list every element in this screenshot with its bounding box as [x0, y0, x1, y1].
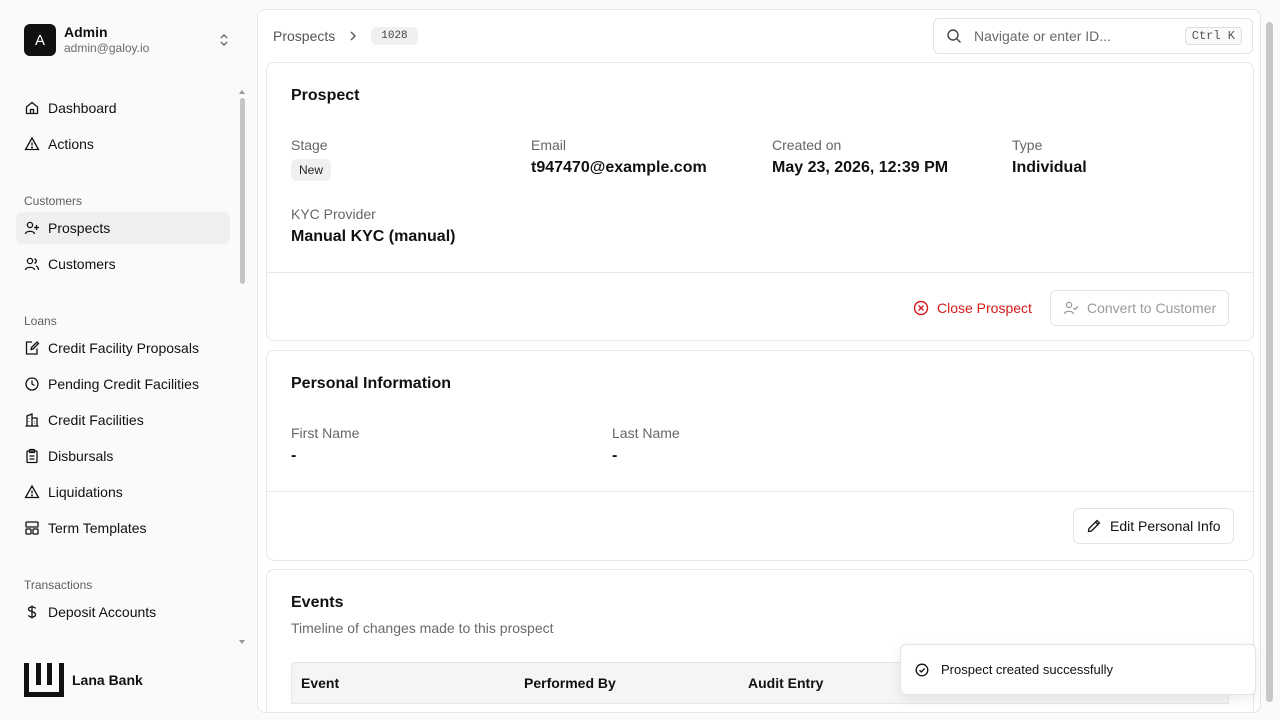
sidebar-item-label: Credit Facilities [48, 412, 144, 428]
stage-badge: New [291, 159, 332, 181]
last-name-label: Last Name [612, 425, 680, 441]
dollar-icon [27, 605, 37, 619]
stage-label: Stage [291, 137, 328, 153]
sidebar-item-actions[interactable]: Actions [16, 128, 230, 160]
divider [267, 491, 1253, 492]
breadcrumb-id-badge: 1028 [371, 27, 418, 45]
sidebar-item-label: Dashboard [48, 100, 117, 116]
edit-personal-info-button[interactable]: Edit Personal Info [1073, 508, 1234, 544]
column-header-audit-entry: Audit Entry [748, 675, 824, 691]
sidebar-item-label: Disbursals [48, 448, 114, 464]
nav-group-transactions: Transactions [24, 578, 93, 592]
layout-icon [25, 521, 39, 535]
brand: Lana Bank [24, 663, 143, 697]
personal-info-card: Personal Information First Name - Last N… [266, 350, 1254, 561]
search-input[interactable] [974, 28, 1174, 44]
building-icon [25, 413, 39, 427]
search-box[interactable]: Ctrl K [933, 18, 1253, 54]
clipboard-icon [26, 448, 38, 464]
email-value: t947470@example.com [531, 159, 707, 176]
close-prospect-button[interactable]: Close Prospect [901, 290, 1044, 326]
alert-triangle-icon [24, 136, 40, 151]
toast-notification: Prospect created successfully [900, 644, 1256, 695]
sidebar-item-label: Deposit Accounts [48, 604, 157, 620]
column-header-performed-by: Performed By [524, 675, 616, 691]
created-value: May 23, 2026, 12:39 PM [772, 159, 949, 176]
pencil-icon [1087, 519, 1101, 533]
user-plus-icon [24, 221, 39, 235]
close-prospect-label: Close Prospect [937, 300, 1032, 316]
prospect-title: Prospect [291, 87, 360, 104]
sidebar-item-label: Liquidations [48, 484, 123, 500]
scroll-thumb[interactable] [240, 98, 245, 284]
users-icon [24, 257, 40, 271]
topbar: Prospects 1028 Ctrl K [258, 10, 1260, 62]
home-icon [25, 101, 39, 115]
sidebar-item-pending-credit-facilities[interactable]: Pending Credit Facilities [16, 368, 230, 400]
convert-to-customer-button[interactable]: Convert to Customer [1050, 290, 1230, 326]
main-panel: Prospects 1028 Ctrl K Prospect Stage New… [257, 9, 1261, 713]
shortcut-hint: Ctrl K [1184, 27, 1242, 45]
type-label: Type [1012, 137, 1043, 153]
sidebar-item-term-templates[interactable]: Term Templates [16, 512, 230, 544]
kyc-provider-label: KYC Provider [291, 206, 376, 222]
sidebar-item-label: Term Templates [48, 520, 147, 536]
sidebar-item-label: Prospects [48, 220, 111, 236]
sidebar-nav: Dashboard Actions Customers Prospects Cu… [16, 92, 230, 632]
sidebar-item-disbursals[interactable]: Disbursals [16, 440, 230, 472]
page-scroll-thumb[interactable] [1266, 22, 1273, 702]
avatar: A [24, 24, 56, 56]
sidebar-item-deposit-accounts[interactable]: Deposit Accounts [16, 596, 230, 628]
scroll-down-arrow-icon[interactable] [239, 640, 245, 644]
user-name: Admin [64, 24, 108, 40]
user-switcher[interactable]: A Admin admin@galoy.io [24, 24, 236, 56]
kyc-provider-value: Manual KYC (manual) [291, 228, 456, 245]
column-header-event: Event [301, 675, 340, 691]
first-name-value: - [291, 447, 297, 464]
sidebar-item-credit-facility-proposals[interactable]: Credit Facility Proposals [16, 332, 230, 364]
sidebar-item-label: Customers [48, 256, 116, 272]
page-scrollbar[interactable] [1264, 12, 1276, 712]
lana-logo-icon [24, 663, 64, 697]
sidebar-item-prospects[interactable]: Prospects [16, 212, 230, 244]
divider [267, 272, 1253, 273]
check-circle-icon [915, 663, 929, 676]
search-icon [947, 29, 961, 43]
events-subtitle: Timeline of changes made to this prospec… [291, 620, 554, 636]
sidebar-item-label: Pending Credit Facilities [48, 376, 199, 392]
sidebar-item-customers[interactable]: Customers [16, 248, 230, 280]
convert-to-customer-label: Convert to Customer [1087, 300, 1217, 316]
x-circle-icon [913, 300, 929, 316]
user-email: admin@galoy.io [64, 41, 150, 55]
chevron-right-icon [350, 31, 357, 41]
created-label: Created on [772, 137, 842, 153]
first-name-label: First Name [291, 425, 360, 441]
scroll-up-arrow-icon[interactable] [239, 90, 245, 94]
prospect-card: Prospect Stage New Email t947470@example… [266, 62, 1254, 341]
chevron-up-down-icon [220, 34, 228, 46]
nav-group-customers: Customers [24, 194, 83, 208]
toast-message: Prospect created successfully [941, 662, 1113, 677]
sidebar-item-dashboard[interactable]: Dashboard [16, 92, 230, 124]
events-title: Events [291, 594, 344, 611]
last-name-value: - [612, 447, 618, 464]
clock-icon [25, 377, 39, 391]
personal-info-title: Personal Information [291, 375, 452, 392]
sidebar-item-label: Credit Facility Proposals [48, 340, 199, 356]
edit-doc-icon [25, 341, 40, 355]
sidebar-scrollbar[interactable] [238, 88, 246, 644]
brand-name: Lana Bank [72, 672, 143, 688]
sidebar-item-label: Actions [48, 136, 94, 152]
alert-triangle-icon [24, 484, 40, 499]
breadcrumb: Prospects 1028 [273, 27, 418, 45]
sidebar-item-credit-facilities[interactable]: Credit Facilities [16, 404, 230, 436]
edit-personal-info-label: Edit Personal Info [1110, 518, 1221, 534]
user-check-icon [1063, 301, 1079, 315]
sidebar: A Admin admin@galoy.io Dashboard Actions… [0, 0, 257, 720]
email-label: Email [531, 137, 567, 153]
sidebar-item-liquidations[interactable]: Liquidations [16, 476, 230, 508]
nav-group-loans: Loans [24, 314, 57, 328]
type-value: Individual [1012, 159, 1087, 176]
breadcrumb-prospects-link[interactable]: Prospects [273, 28, 335, 44]
